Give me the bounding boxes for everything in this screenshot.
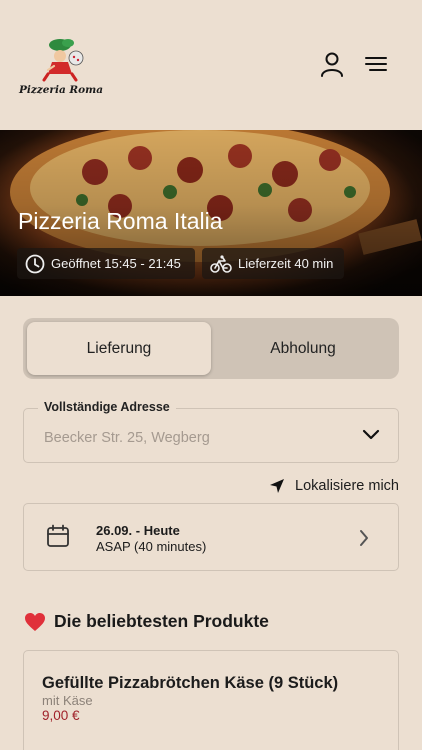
chevron-down-icon xyxy=(362,429,380,440)
chef-logo-icon xyxy=(42,39,84,82)
calendar-icon xyxy=(47,524,69,547)
popular-products-title: Die beliebtesten Produkte xyxy=(54,611,269,631)
chevron-right-icon xyxy=(360,530,368,546)
product-name: Gefüllte Pizzabrötchen Käse (9 Stück) xyxy=(42,674,339,692)
user-icon xyxy=(321,52,343,77)
product-description: mit Käse xyxy=(42,693,93,708)
location-arrow-icon xyxy=(270,479,285,493)
tab-delivery[interactable]: Lieferung xyxy=(27,322,211,375)
schedule-time: ASAP (40 minutes) xyxy=(96,539,207,554)
account-button[interactable] xyxy=(316,48,348,80)
address-label: Vollständige Adresse xyxy=(38,400,176,414)
app-header: Pizzeria Roma xyxy=(0,0,422,130)
address-select[interactable]: Vollständige Adresse Beecker Str. 25, We… xyxy=(23,400,399,463)
schedule-date: 26.09. - Heute xyxy=(96,523,180,538)
opening-hours-badge: Geöffnet 15:45 - 21:45 xyxy=(17,248,195,279)
clock-icon xyxy=(25,254,45,273)
product-card[interactable]: Gefüllte Pizzabrötchen Käse (9 Stück) mi… xyxy=(23,650,399,750)
menu-button[interactable] xyxy=(360,48,392,80)
delivery-time-selector[interactable]: 26.09. - Heute ASAP (40 minutes) xyxy=(23,503,399,571)
heart-icon xyxy=(25,612,45,631)
address-placeholder: Beecker Str. 25, Wegberg xyxy=(44,430,210,446)
restaurant-name: Pizzeria Roma Italia xyxy=(18,208,223,234)
opening-hours-text: Geöffnet 15:45 - 21:45 xyxy=(51,256,181,271)
delivery-time-text: Lieferzeit 40 min xyxy=(238,256,334,271)
locate-me-label: Lokalisiere mich xyxy=(295,478,399,494)
pizzeria-logo[interactable]: Pizzeria Roma xyxy=(18,36,104,96)
restaurant-hero: Pizzeria Roma Italia Geöffnet 15:45 - 21… xyxy=(0,130,422,296)
tab-pickup[interactable]: Abholung xyxy=(211,322,395,375)
product-price: 9,00 € xyxy=(42,708,80,723)
delivery-time-badge: Lieferzeit 40 min xyxy=(202,248,344,279)
popular-products-heading: Die beliebtesten Produkte xyxy=(24,611,269,632)
logo-text: Pizzeria Roma xyxy=(18,84,104,96)
bicycle-icon xyxy=(210,254,232,273)
delivery-mode-toggle: Lieferung Abholung xyxy=(23,318,399,379)
locate-me-button[interactable]: Lokalisiere mich xyxy=(269,478,399,494)
menu-icon xyxy=(365,57,387,71)
